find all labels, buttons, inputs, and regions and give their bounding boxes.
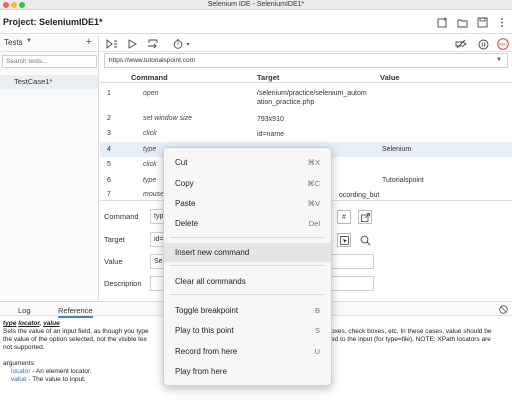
test-case-item[interactable]: TestCase1* [0, 75, 98, 89]
table-row[interactable]: 2 set window size 793x910 [100, 111, 512, 126]
row-command: open [143, 90, 159, 97]
column-header-value: Value [380, 73, 400, 82]
shortcut-label: S [314, 326, 320, 335]
value-label: Value [104, 257, 123, 266]
table-row[interactable]: 1 open /selenium/practice/selenium_autom… [100, 87, 512, 111]
search-tests-input[interactable] [2, 55, 97, 68]
target-label: Target [104, 235, 125, 244]
row-number: 2 [107, 115, 111, 122]
description-label: Description [104, 279, 142, 288]
reference-arg-locator: locator [18, 320, 40, 327]
reference-command-name: type [3, 320, 17, 327]
add-test-icon[interactable]: + [86, 36, 92, 48]
row-number: 1 [107, 90, 111, 97]
target-input[interactable]: id= [150, 232, 164, 247]
row-target: id=name [257, 131, 285, 138]
shortcut-label: B [314, 306, 320, 315]
tab-reference[interactable]: Reference [58, 306, 93, 318]
tests-header: Tests ▼ + [0, 35, 98, 52]
run-current-test-icon[interactable] [126, 38, 138, 50]
menu-item-record-from-here[interactable]: Record from here U [164, 342, 331, 361]
table-header: Command Target Value [100, 71, 512, 83]
pause-on-exceptions-icon[interactable] [477, 38, 489, 50]
speed-dropdown-chevron-icon[interactable]: ▾ [182, 38, 194, 50]
new-project-icon[interactable] [436, 16, 448, 28]
table-row[interactable]: 3 click id=name [100, 126, 512, 141]
row-value: Selenium [382, 146, 412, 153]
value-input-tail[interactable] [332, 254, 374, 269]
tests-sidebar: Tests ▼ + TestCase1* [0, 35, 99, 300]
save-project-icon[interactable] [476, 16, 488, 28]
row-target: /selenium/practice/selenium_autom ation_… [257, 90, 367, 106]
reference-description-line: the value of the option selected, not th… [3, 336, 147, 343]
description-input[interactable] [150, 276, 164, 291]
row-command: type [143, 146, 157, 153]
base-url-value: https://www.tutorialspoint.com [109, 57, 195, 64]
shortcut-label: ⌘C [307, 179, 320, 188]
column-header-command: Command [131, 73, 168, 82]
select-target-icon[interactable] [337, 233, 351, 247]
row-target: ocording_but [339, 192, 380, 199]
menu-separator [170, 265, 325, 266]
menu-separator [170, 294, 325, 295]
menu-item-copy[interactable]: Copy ⌘C [164, 174, 331, 193]
row-value: Tutorialspoint [382, 177, 424, 184]
row-command: mouse [143, 191, 165, 198]
playback-toolbar: ▾ REC [100, 35, 512, 52]
reference-description-line: oxes, check boxes, etc. In these cases, … [331, 328, 492, 335]
menu-separator [170, 237, 325, 238]
context-menu: Cut ⌘X Copy ⌘C Paste ⌘V Delete Del Insert ne… [163, 147, 332, 386]
menu-item-toggle-breakpoint[interactable]: Toggle breakpoint B [164, 301, 331, 320]
row-number: 3 [107, 130, 111, 137]
project-title: Project: SeleniumIDE1* [3, 17, 103, 27]
menu-item-clear-all-commands[interactable]: Clear all commands [164, 272, 331, 291]
row-command: click [143, 161, 157, 168]
window-title-bar: Selenium IDE - SeleniumIDE1* [0, 0, 512, 10]
description-input-tail[interactable] [332, 276, 374, 291]
tab-log[interactable]: Log [18, 306, 31, 315]
menu-item-insert-new-command[interactable]: Insert new command [164, 243, 331, 262]
reference-description-line: Sets the value of an input field, as tho… [3, 328, 149, 335]
run-all-tests-icon[interactable] [106, 38, 118, 50]
shortcut-label: Del [308, 219, 320, 228]
row-command: click [143, 130, 157, 137]
row-command: set window size [143, 115, 193, 122]
menu-item-play-to-this-point[interactable]: Play to this point S [164, 321, 331, 340]
find-target-icon[interactable] [358, 233, 372, 247]
chevron-down-icon[interactable]: ▼ [26, 38, 32, 44]
project-header: Project: SeleniumIDE1* [0, 11, 512, 34]
menu-item-play-from-here[interactable]: Play from here [164, 362, 331, 381]
more-options-icon[interactable] [496, 16, 508, 28]
open-reference-icon[interactable] [358, 210, 372, 224]
row-number: 6 [107, 177, 111, 184]
menu-item-delete[interactable]: Delete Del [164, 214, 331, 233]
menu-item-paste[interactable]: Paste ⌘V [164, 194, 331, 213]
open-project-icon[interactable] [456, 16, 468, 28]
toggle-comment-button[interactable]: # [337, 210, 351, 224]
row-number: 5 [107, 161, 111, 168]
tests-dropdown-label[interactable]: Tests [4, 38, 23, 47]
shortcut-label: ⌘X [307, 158, 320, 167]
reference-description-line: ed to the input (for type=file), NOTE: X… [331, 336, 491, 343]
shortcut-label: U [314, 347, 320, 356]
menu-item-cut[interactable]: Cut ⌘X [164, 153, 331, 172]
clear-log-icon[interactable] [499, 305, 508, 314]
shortcut-label: ⌘V [307, 199, 320, 208]
svg-text:REC: REC [499, 43, 507, 47]
window-title: Selenium IDE - SeleniumIDE1* [207, 1, 305, 8]
command-label: Command [104, 212, 139, 221]
chevron-down-icon[interactable]: ▼ [496, 57, 502, 63]
value-input[interactable]: Se [150, 254, 164, 269]
base-url-input[interactable]: https://www.tutorialspoint.com ▼ [104, 53, 508, 68]
reference-arg-value: value [43, 320, 60, 327]
column-header-target: Target [257, 73, 280, 82]
row-number: 4 [107, 146, 111, 153]
row-target: 793x910 [257, 116, 284, 123]
command-input[interactable]: typ [150, 209, 164, 224]
step-over-icon[interactable] [147, 38, 159, 50]
row-command: type [143, 177, 157, 184]
record-icon[interactable]: REC [497, 38, 509, 50]
row-number: 7 [107, 191, 111, 198]
disable-breakpoints-icon[interactable] [455, 38, 467, 50]
